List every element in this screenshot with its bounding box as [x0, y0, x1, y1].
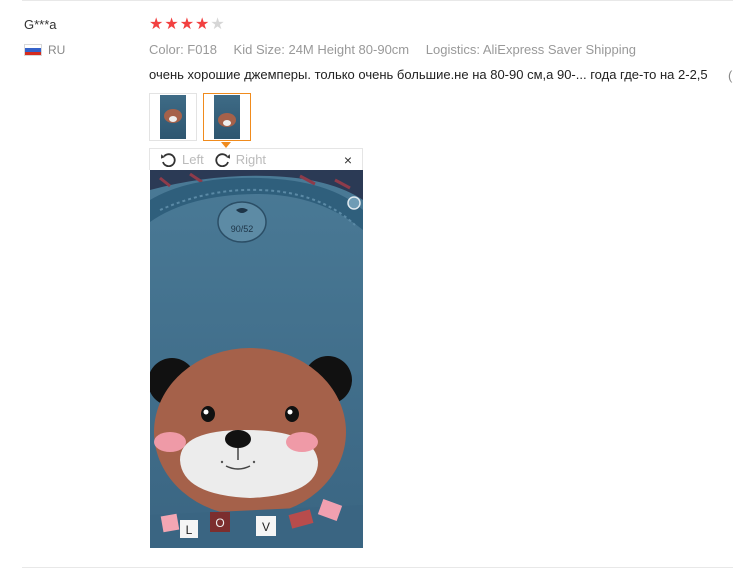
letter-o: O: [215, 516, 224, 530]
empty-star-icon: ★: [210, 16, 225, 33]
rotate-left-icon: [161, 153, 176, 167]
russia-flag-icon: [24, 44, 42, 56]
star-icon: ★: [149, 16, 164, 33]
bottom-divider: [22, 567, 733, 568]
bear-sweater-photo: 90/52 L O V: [150, 170, 363, 548]
size-detail: Kid Size: 24M Height 80-90cm: [233, 42, 410, 57]
country-code: RU: [48, 43, 66, 57]
top-divider: [22, 0, 733, 1]
rotate-right-icon: [215, 153, 230, 167]
review-photo: 90/52 L O V: [150, 170, 363, 548]
logistics-detail: Logistics: AliExpress Saver Shipping: [425, 42, 637, 57]
rotate-right-label: Right: [235, 152, 267, 167]
reviewer-country: RU: [24, 43, 65, 57]
thumbnail-image: [214, 95, 240, 139]
rotate-left-button[interactable]: Left: [160, 152, 204, 167]
review-text: очень хорошие джемперы. только очень бол…: [149, 67, 708, 82]
rotate-left-label: Left: [182, 152, 204, 167]
star-icon: ★: [179, 16, 195, 33]
photo-thumbnail-1[interactable]: [149, 93, 197, 141]
rotate-right-button[interactable]: Right: [214, 152, 266, 167]
thumbnail-image: [160, 95, 186, 139]
star-icon: ★: [195, 16, 210, 33]
photo-thumbnail-2[interactable]: [203, 93, 251, 141]
rating-stars: ★ ★ ★ ★ ★: [149, 17, 225, 33]
color-detail: Color: F018: [149, 42, 217, 57]
reviewer-name: G***a: [24, 17, 57, 32]
photo-thumbnails: [149, 93, 251, 141]
more-text: (: [728, 68, 733, 83]
order-details: Color: F018 Kid Size: 24M Height 80-90cm…: [149, 42, 649, 57]
star-icon: ★: [164, 16, 179, 33]
photo-viewer-toolbar: Left Right ×: [149, 148, 363, 170]
close-viewer-button[interactable]: ×: [344, 152, 352, 168]
letter-l: L: [186, 523, 193, 537]
letter-v: V: [262, 520, 270, 534]
label-print-text: 90/52: [231, 224, 254, 234]
